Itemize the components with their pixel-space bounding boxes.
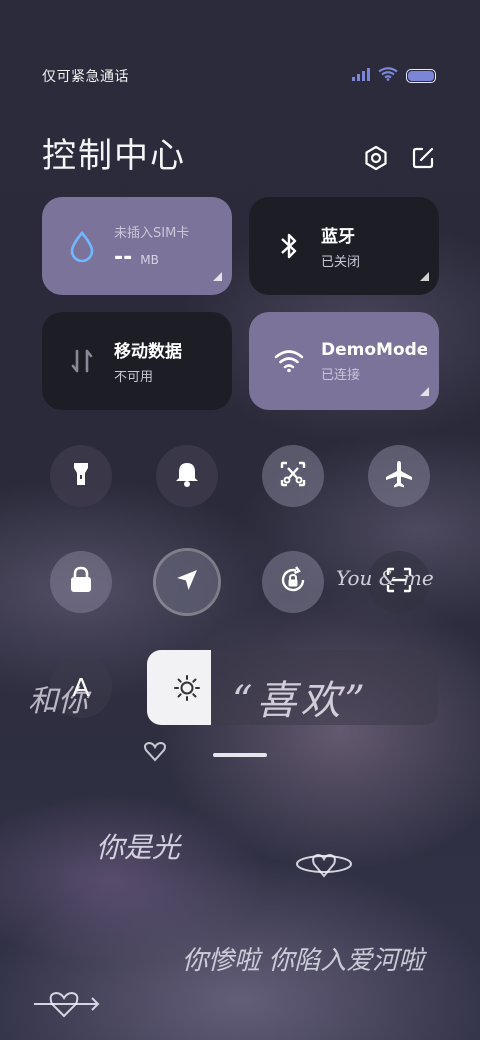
wallpaper-text-ni-shi-guang: 你是光 — [96, 831, 181, 864]
wifi-title: DemoMode — [321, 339, 427, 360]
flashlight-toggle[interactable] — [50, 445, 112, 507]
carrier-status: 仅可紧急通话 — [42, 69, 129, 85]
battery-icon — [406, 68, 436, 83]
expand-corner-icon — [420, 387, 429, 396]
edit-button[interactable] — [408, 145, 438, 175]
wallpaper-heart-icon — [142, 738, 168, 768]
rotation-lock-icon — [278, 565, 308, 599]
wifi-icon — [378, 66, 398, 85]
bluetooth-title: 蓝牙 — [321, 227, 355, 247]
wallpaper-moon — [150, 150, 210, 214]
mobile-data-status: 不可用 — [114, 370, 154, 385]
data-usage-unit: MB — [140, 253, 159, 267]
bluetooth-icon — [271, 231, 307, 261]
location-toggle[interactable] — [156, 551, 218, 613]
wallpaper-heart-arrow-icon — [30, 982, 102, 1026]
lock-screen-toggle[interactable] — [50, 551, 112, 613]
mobile-data-title: 移动数据 — [114, 342, 182, 362]
airplane-toggle[interactable] — [368, 445, 430, 507]
signal-icon — [352, 66, 370, 85]
bluetooth-tile[interactable]: 蓝牙 已关闭 — [249, 197, 439, 295]
rotation-lock-toggle[interactable] — [262, 551, 324, 613]
mobile-data-tile[interactable]: 移动数据 不可用 — [42, 312, 232, 410]
screenshot-toggle[interactable] — [262, 445, 324, 507]
gear-icon — [363, 145, 389, 175]
sun-icon — [173, 674, 201, 706]
screenshot-icon — [279, 460, 307, 492]
location-icon — [174, 567, 200, 597]
airplane-icon — [384, 459, 414, 493]
wallpaper-planet-icon — [294, 840, 354, 888]
wifi-tile[interactable]: DemoMode 已连接 — [249, 312, 439, 410]
bell-icon — [174, 460, 200, 492]
wifi-status: 已连接 — [321, 367, 361, 383]
status-icons — [352, 66, 436, 85]
water-drop-icon — [64, 230, 100, 262]
wallpaper-text-you-and-me: You & me — [336, 566, 434, 590]
flashlight-icon — [69, 460, 93, 492]
wallpaper-text-he-ni: 和你 — [28, 684, 88, 719]
lock-icon — [68, 565, 94, 599]
data-usage-value: -- — [114, 245, 133, 270]
wallpaper-text-bottom: 你惨啦 你陷入爱河啦 — [182, 946, 425, 976]
bluetooth-status: 已关闭 — [321, 255, 361, 270]
home-indicator[interactable] — [213, 753, 267, 757]
mobile-data-icon — [64, 347, 100, 375]
ringer-toggle[interactable] — [156, 445, 218, 507]
wallpaper-text-xihuan: “喜欢” — [232, 678, 369, 724]
expand-corner-icon — [213, 272, 222, 281]
edit-icon — [410, 145, 436, 175]
settings-button[interactable] — [361, 145, 391, 175]
battery-level — [408, 70, 434, 81]
expand-corner-icon — [420, 272, 429, 281]
wifi-icon — [271, 349, 307, 373]
data-usage-title: 未插入SIM卡 — [114, 226, 190, 241]
